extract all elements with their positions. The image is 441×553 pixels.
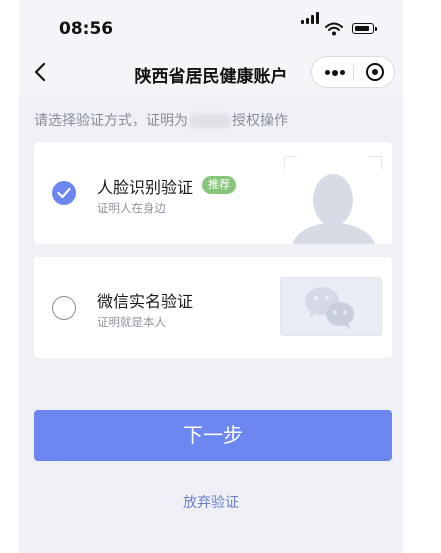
radio-checked-icon[interactable] bbox=[52, 181, 76, 205]
capsule-divider bbox=[353, 65, 354, 80]
phone-screen: 08:56 陕西省居民健康账户 请选择验证方式，证明为 授权操作 人脸识别验证 … bbox=[19, 0, 403, 553]
close-mini-program-icon[interactable] bbox=[360, 57, 390, 87]
prompt-text-before: 请选择验证方式，证明为 bbox=[34, 113, 188, 129]
option-subtitle: 证明人在身边 bbox=[97, 201, 166, 215]
wechat-icon bbox=[305, 287, 354, 329]
more-icon[interactable] bbox=[320, 57, 350, 87]
option-wechat-verify[interactable]: 微信实名验证 证明就是本人 bbox=[34, 257, 392, 358]
next-step-button[interactable]: 下一步 bbox=[34, 410, 392, 461]
wechat-illustration bbox=[280, 277, 382, 336]
wifi-icon bbox=[325, 22, 343, 36]
option-title: 人脸识别验证 bbox=[97, 178, 194, 197]
option-title: 微信实名验证 bbox=[97, 292, 194, 311]
prompt-text-after: 授权操作 bbox=[232, 113, 288, 129]
mini-program-capsule bbox=[311, 56, 395, 88]
redacted-name bbox=[190, 114, 230, 128]
option-face-verify[interactable]: 人脸识别验证 推荐 证明人在身边 bbox=[34, 142, 392, 244]
option-subtitle: 证明就是本人 bbox=[97, 315, 166, 329]
battery-icon bbox=[352, 23, 377, 34]
verify-prompt: 请选择验证方式，证明为 授权操作 bbox=[34, 110, 288, 130]
abandon-verify-link[interactable]: 放弃验证 bbox=[19, 492, 403, 512]
face-silhouette-icon bbox=[284, 156, 382, 244]
status-time: 08:56 bbox=[59, 19, 114, 39]
recommend-badge: 推荐 bbox=[202, 176, 236, 194]
radio-unchecked-icon[interactable] bbox=[52, 296, 76, 320]
